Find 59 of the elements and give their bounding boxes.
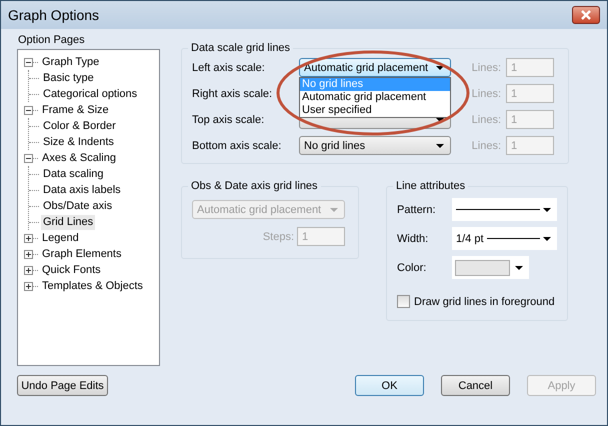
tree-item[interactable]: Categorical options bbox=[41, 86, 140, 102]
field-label: Pattern: bbox=[397, 204, 437, 216]
tree-item[interactable]: Color & Border bbox=[41, 118, 118, 134]
tree-item[interactable]: Quick Fonts bbox=[40, 262, 103, 278]
expander-icon[interactable] bbox=[24, 282, 33, 290]
field-label: Lines: bbox=[470, 62, 502, 74]
tree-item[interactable]: Grid Lines bbox=[41, 214, 96, 230]
width-dropdown[interactable]: 1/4 pt bbox=[452, 227, 557, 250]
field-label: Left axis scale: bbox=[192, 62, 266, 74]
field-label: Bottom axis scale: bbox=[192, 140, 282, 152]
field-label: Lines: bbox=[470, 114, 502, 126]
tree-item[interactable]: Legend bbox=[40, 230, 81, 246]
expander-icon[interactable] bbox=[24, 58, 33, 66]
dropdown-option[interactable]: Automatic grid placement bbox=[300, 91, 450, 104]
dialog-button[interactable]: Undo Page Edits bbox=[17, 375, 108, 396]
expander-icon[interactable] bbox=[24, 106, 33, 114]
tree-item[interactable]: Basic type bbox=[41, 70, 96, 86]
caret-icon bbox=[515, 266, 523, 270]
caret-icon bbox=[436, 144, 444, 148]
caret-icon bbox=[543, 236, 551, 240]
group-title: Line attributes bbox=[395, 180, 466, 192]
close-button[interactable] bbox=[572, 6, 600, 24]
dialog-button[interactable]: Cancel bbox=[441, 375, 510, 396]
expander-icon[interactable] bbox=[24, 234, 33, 242]
checkbox[interactable] bbox=[397, 295, 410, 308]
caret-icon bbox=[330, 208, 338, 212]
color-dropdown[interactable] bbox=[452, 256, 529, 279]
caret-icon bbox=[436, 66, 444, 70]
window-title: Graph Options bbox=[8, 7, 100, 23]
tree-item[interactable]: Graph Elements bbox=[40, 246, 124, 262]
tree-item[interactable]: Axes & Scaling bbox=[40, 150, 118, 166]
field-label: Lines: bbox=[470, 140, 502, 152]
pattern-dropdown[interactable] bbox=[452, 198, 557, 221]
group-title: Data scale grid lines bbox=[190, 42, 292, 54]
field-label: Steps: bbox=[262, 230, 294, 242]
tree-item[interactable]: Data scaling bbox=[41, 166, 106, 182]
tree-item[interactable]: Graph Type bbox=[40, 54, 102, 70]
group-title: Obs & Date axis grid lines bbox=[190, 180, 319, 192]
tree-item[interactable]: Frame & Size bbox=[40, 102, 111, 118]
dropdown-field[interactable]: Automatic grid placement bbox=[299, 58, 451, 77]
field-label: Width: bbox=[397, 232, 430, 244]
expander-icon[interactable] bbox=[24, 266, 33, 274]
field-label: Color: bbox=[397, 262, 428, 274]
close-icon bbox=[580, 10, 592, 20]
dropdown-option[interactable]: User specified bbox=[300, 104, 450, 117]
dropdown-field[interactable]: No grid lines bbox=[299, 136, 451, 155]
caret-icon bbox=[543, 208, 551, 212]
tree-item[interactable]: Size & Indents bbox=[41, 134, 116, 150]
field-label: Right axis scale: bbox=[192, 88, 274, 100]
tree-item[interactable]: Data axis labels bbox=[41, 182, 123, 198]
dialog-button[interactable]: OK bbox=[355, 375, 424, 396]
expander-icon[interactable] bbox=[24, 154, 33, 162]
field-label: Top axis scale: bbox=[192, 114, 266, 126]
field-label: Lines: bbox=[470, 88, 502, 100]
tree-item[interactable]: Obs/Date axis bbox=[41, 198, 114, 214]
checkbox-label: Draw grid lines in foreground bbox=[414, 296, 555, 308]
panel-label: Option Pages bbox=[17, 33, 86, 48]
expander-icon[interactable] bbox=[24, 250, 33, 258]
tree-item[interactable]: Templates & Objects bbox=[40, 278, 145, 294]
